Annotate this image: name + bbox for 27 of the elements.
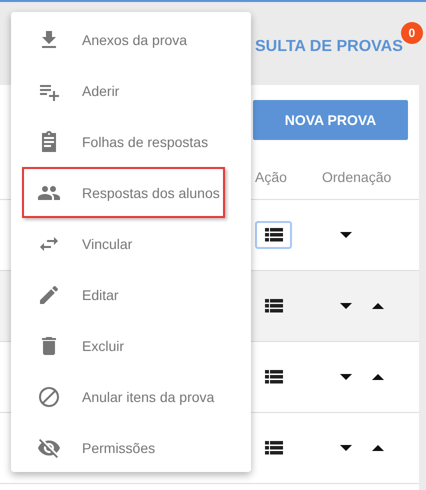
menu-item[interactable]: Folhas de respostas [22, 116, 225, 167]
page-title: SULTA DE PROVAS [255, 38, 403, 56]
menu-item[interactable]: Respostas dos alunos [22, 167, 225, 218]
notification-badge: 0 [400, 22, 423, 44]
list-icon-button[interactable] [255, 221, 292, 249]
menu-item[interactable]: Editar [22, 269, 225, 320]
menu-item[interactable]: Aderir [22, 65, 225, 116]
column-header: Ação [255, 168, 288, 184]
new-test-button[interactable]: NOVA PROVA [253, 100, 408, 140]
menu-item[interactable]: Vincular [22, 218, 225, 269]
sort-down-button[interactable] [340, 303, 352, 309]
menu-item[interactable]: Anexos da prova [22, 14, 225, 65]
menu-item[interactable]: Excluir [22, 320, 225, 371]
list-icon [264, 228, 282, 242]
sort-up-button[interactable] [372, 303, 384, 309]
menu-item[interactable]: Permissões [22, 422, 225, 473]
sort-down-button[interactable] [340, 445, 352, 451]
list-icon [264, 299, 282, 313]
column-header: Ordenação [322, 168, 392, 184]
menu-item[interactable]: Anular itens da prova [22, 371, 225, 422]
sort-up-button[interactable] [372, 374, 384, 380]
sort-down-button[interactable] [340, 232, 352, 238]
list-icon [264, 370, 282, 384]
block-icon [37, 384, 61, 408]
list-icon [264, 441, 282, 455]
sort-down-button[interactable] [340, 374, 352, 380]
sort-up-button[interactable] [372, 445, 384, 451]
